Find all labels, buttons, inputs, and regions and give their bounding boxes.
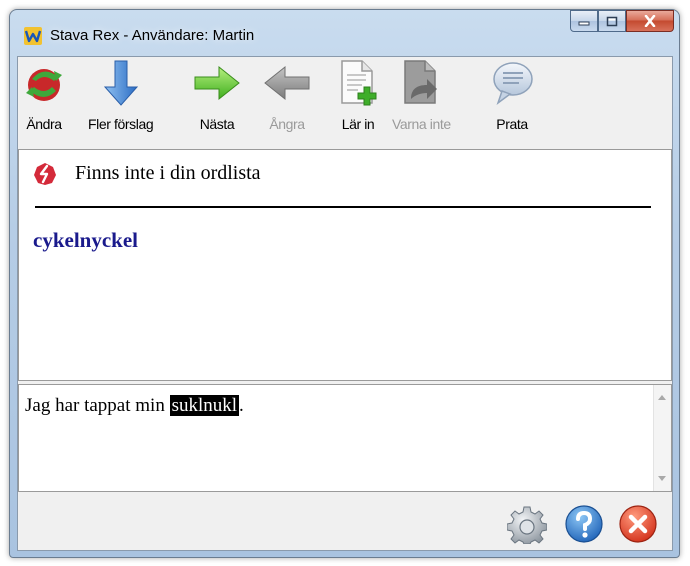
help-icon[interactable] (564, 504, 604, 544)
app-window: Stava Rex - Användare: Martin Ändra Fler… (9, 9, 680, 558)
close-icon[interactable] (618, 504, 658, 544)
speak-button[interactable]: Prata (488, 59, 536, 132)
status-message: Finns inte i din ordlista (75, 162, 261, 184)
divider (35, 206, 651, 208)
dont-warn-button[interactable]: Varna inte (392, 59, 451, 132)
next-button[interactable]: Nästa (193, 59, 241, 132)
bottom-bar (18, 494, 672, 550)
settings-gear-icon[interactable] (507, 504, 547, 544)
title-bar[interactable]: Stava Rex - Användare: Martin (10, 10, 679, 56)
vertical-scrollbar[interactable] (653, 385, 671, 491)
suggestion-panel: Finns inte i din ordlista cykelnyckel (18, 149, 672, 381)
add-document-icon (341, 60, 377, 106)
suggestion-item[interactable]: cykelnyckel (33, 228, 138, 253)
text-after: . (239, 395, 244, 416)
close-icon (644, 15, 656, 27)
ignore-document-icon (404, 60, 438, 104)
next-label: Nästa (199, 116, 235, 132)
dont-warn-label: Varna inte (392, 116, 451, 132)
speech-bubble-icon (493, 62, 533, 106)
maximize-button[interactable] (598, 10, 626, 32)
scroll-up-icon[interactable] (658, 395, 666, 400)
arrow-right-icon (194, 65, 240, 101)
close-window-button[interactable] (626, 10, 674, 32)
learn-label: Lär in (341, 116, 375, 132)
undo-button[interactable]: Ångra (263, 59, 311, 132)
maximize-icon (606, 16, 618, 26)
arrow-left-icon (264, 65, 310, 101)
client-area: Ändra Fler förslag Nästa Ångra Lär in Va… (17, 56, 673, 551)
arrow-down-icon (103, 60, 138, 106)
text-before: Jag har tappat min (25, 395, 170, 416)
change-icon (26, 69, 62, 101)
context-text: Jag har tappat min suklnukl. (25, 395, 244, 417)
more-suggestions-label: Fler förslag (88, 116, 154, 132)
change-label: Ändra (26, 116, 62, 132)
speak-label: Prata (496, 116, 528, 132)
scroll-down-icon[interactable] (658, 476, 666, 481)
misspelled-word[interactable]: suklnukl (169, 395, 240, 416)
app-logo-icon (24, 27, 42, 45)
learn-button[interactable]: Lär in (334, 59, 382, 132)
context-text-area[interactable]: Jag har tappat min suklnukl. (18, 384, 672, 492)
window-title: Stava Rex - Användare: Martin (50, 27, 255, 44)
change-button[interactable]: Ändra (20, 59, 68, 132)
minimize-icon (578, 21, 590, 26)
minimize-button[interactable] (570, 10, 598, 32)
spelling-error-icon (34, 163, 56, 185)
undo-label: Ångra (269, 116, 305, 132)
more-suggestions-button[interactable]: Fler förslag (88, 59, 154, 132)
toolbar: Ändra Fler förslag Nästa Ångra Lär in Va… (18, 57, 672, 149)
caption-buttons (570, 10, 674, 32)
